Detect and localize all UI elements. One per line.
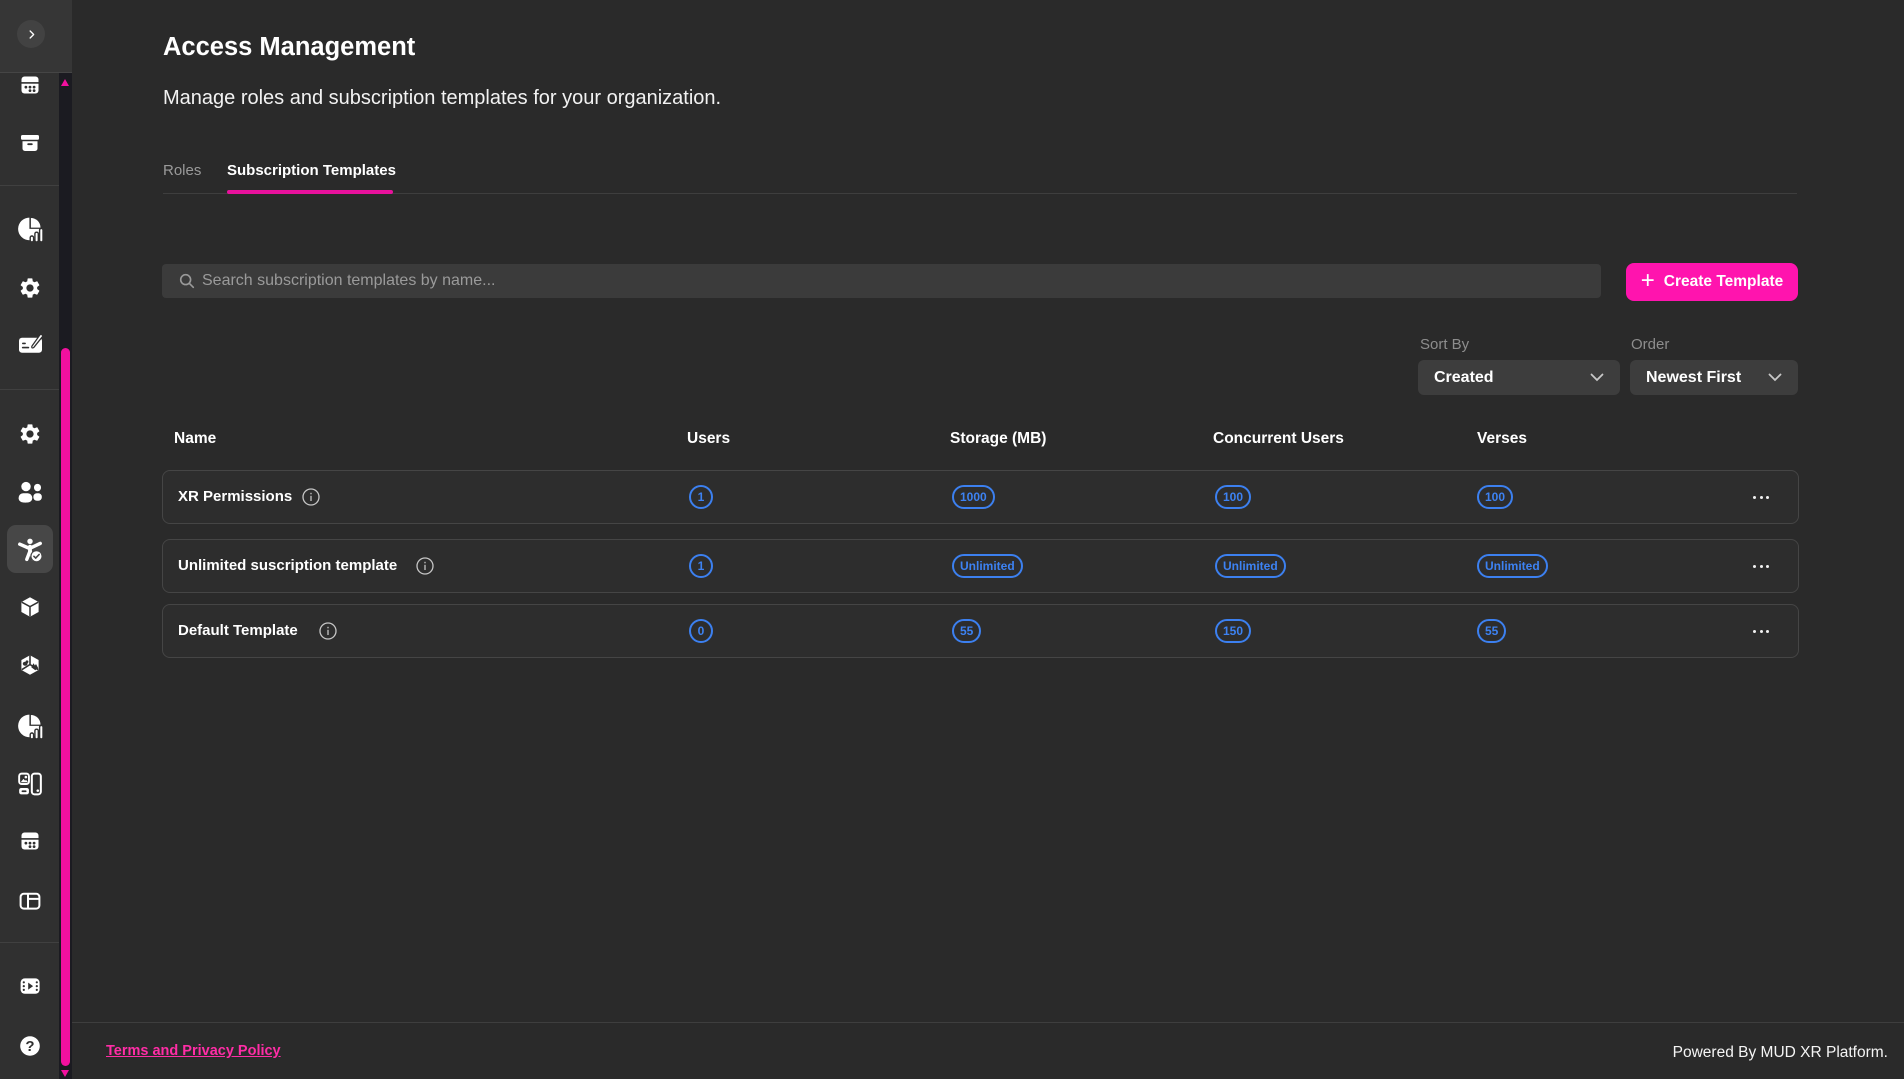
svg-text:?: ? [25, 1038, 34, 1055]
